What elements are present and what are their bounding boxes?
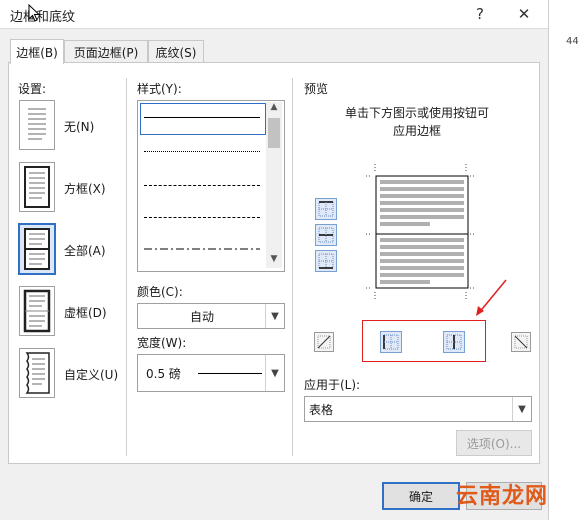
top-border-button[interactable] [315,198,337,220]
ok-button[interactable]: 确定 [382,482,460,510]
apply-to-value: 表格 [309,403,334,417]
tab-page-borders[interactable]: 页面边框(P) [64,40,148,63]
line-style-dashed[interactable] [144,217,260,218]
apply-to-select[interactable]: 表格 ▼ [304,396,532,422]
line-style-dash-dot[interactable] [144,247,260,251]
setting-grid-label: 虚框(D) [64,306,107,320]
line-style-dotted[interactable] [144,151,260,152]
line-style-dashed-short[interactable] [144,185,260,186]
setting-grid-button[interactable] [19,286,55,336]
diagonal-down-icon [514,335,528,349]
top-border-icon [318,201,334,217]
setting-box-label: 方框(X) [64,182,106,196]
mouse-cursor-icon [28,4,40,22]
bottom-border-button[interactable] [315,250,337,272]
setting-all-label: 全部(A) [64,244,106,258]
separator [126,78,127,456]
chevron-down-icon: ▼ [512,397,531,421]
tab-borders[interactable]: 边框(B) [10,39,64,64]
border-preview[interactable] [366,164,484,300]
color-select-value: 自动 [189,310,214,324]
chevron-down-icon: ▼ [265,355,284,391]
width-label: 宽度(W): [137,336,187,350]
diagonal-up-icon [317,335,331,349]
setting-box-button[interactable] [19,162,55,212]
setting-custom-label: 自定义(U) [64,368,119,382]
help-button[interactable]: ? [466,2,494,26]
grid-border-icon [23,289,51,333]
scroll-down-icon[interactable]: ▼ [266,254,282,268]
options-button[interactable]: 选项(O)... [456,430,532,456]
line-style-solid[interactable] [144,117,260,118]
box-border-icon [24,166,50,208]
width-line-sample [198,373,262,374]
diagonal-up-border-button[interactable] [511,332,531,352]
watermark-text: 云南龙网 [456,484,549,509]
apply-to-label: 应用于(L): [304,378,361,392]
setting-custom-button[interactable] [19,348,55,398]
background-page-number: 44 [566,36,579,47]
color-label: 颜色(C): [137,285,183,299]
line-style-list[interactable]: ▲ ▼ [137,100,285,272]
diagonal-down-border-button[interactable] [314,332,334,352]
preview-heading: 预览 [304,82,329,96]
dialog-title: 边框和底纹 [10,10,76,25]
setting-none-button[interactable] [19,100,55,150]
setting-all-button[interactable] [18,223,56,275]
inside-horizontal-border-icon [318,227,334,243]
background-document [548,0,588,520]
scroll-up-icon[interactable]: ▲ [266,102,282,116]
preview-instruction-line1: 单击下方图示或使用按钮可 [344,106,489,120]
preview-instruction-line2: 应用边框 [392,124,441,138]
scroll-thumb[interactable] [268,118,280,148]
inside-horizontal-border-button[interactable] [315,224,337,246]
close-button[interactable]: ✕ [510,2,538,26]
custom-border-icon [25,352,50,394]
color-select[interactable]: 自动 ▼ [137,303,285,329]
tab-shading[interactable]: 底纹(S) [148,40,204,63]
setting-none-label: 无(N) [64,120,95,134]
style-heading: 样式(Y): [137,82,182,96]
line-style-selected[interactable] [140,103,266,135]
none-border-icon [28,108,46,140]
chevron-down-icon: ▼ [265,304,284,328]
annotation-box [362,320,486,362]
annotation-arrow-icon [476,279,507,316]
width-select[interactable]: 0.5 磅 ▼ [137,354,285,392]
width-select-value: 0.5 磅 [146,367,181,381]
settings-heading: 设置: [18,82,47,96]
separator [292,78,293,456]
all-borders-icon [24,228,50,270]
bottom-border-icon [318,253,334,269]
line-style-scrollbar[interactable]: ▲ ▼ [266,102,282,268]
